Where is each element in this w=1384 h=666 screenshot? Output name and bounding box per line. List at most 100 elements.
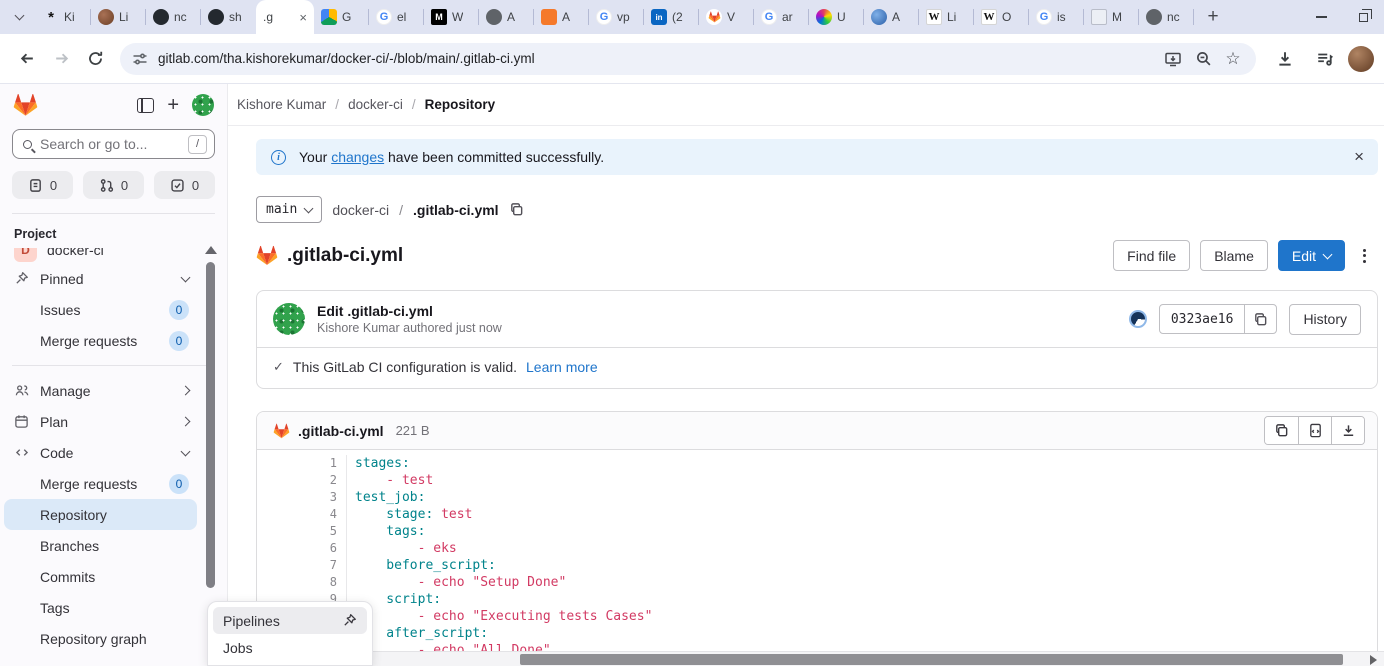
forward-button[interactable]	[44, 42, 78, 76]
scroll-right-arrow[interactable]	[1370, 655, 1377, 665]
browser-tab[interactable]: WLi	[919, 0, 974, 34]
code-line[interactable]: - eks	[355, 540, 652, 557]
horizontal-scrollbar-thumb[interactable]	[520, 654, 1343, 665]
line-number[interactable]: 3	[257, 489, 337, 506]
download-file-button[interactable]	[1331, 417, 1364, 444]
browser-tab[interactable]: A	[534, 0, 589, 34]
line-number[interactable]: 8	[257, 574, 337, 591]
browser-tab[interactable]: Gar	[754, 0, 809, 34]
browser-tab[interactable]: Li	[91, 0, 146, 34]
media-playlist-button[interactable]	[1308, 42, 1342, 76]
pipeline-status-icon[interactable]	[1129, 310, 1147, 328]
breadcrumb-item[interactable]: docker-ci	[348, 97, 403, 112]
path-repo[interactable]: docker-ci	[332, 202, 389, 218]
menu-item-pipelines[interactable]: Pipelines	[213, 607, 367, 634]
browser-tab[interactable]: M	[1084, 0, 1139, 34]
sidebar-item-commits[interactable]: Commits	[4, 561, 197, 592]
code-line[interactable]: test_job:	[355, 489, 652, 506]
code-lines[interactable]: stages: - testtest_job: stage: test tags…	[347, 455, 652, 666]
collapse-sidebar-icon[interactable]	[137, 98, 154, 113]
code-line[interactable]: stage: test	[355, 506, 652, 523]
search-input[interactable]: Search or go to... /	[12, 129, 215, 159]
code-line[interactable]: before_script:	[355, 557, 652, 574]
copy-hash-button[interactable]	[1244, 305, 1276, 333]
code-line[interactable]: - test	[355, 472, 652, 489]
browser-tab[interactable]: V	[699, 0, 754, 34]
commit-author-avatar[interactable]	[273, 303, 305, 335]
downloads-button[interactable]	[1268, 42, 1302, 76]
counter-todo[interactable]: 0	[154, 171, 215, 199]
find-file-button[interactable]: Find file	[1113, 240, 1190, 271]
new-tab-button[interactable]: +	[1198, 2, 1228, 32]
sidebar-item-project[interactable]: D docker-ci	[0, 248, 227, 263]
line-number[interactable]: 2	[257, 472, 337, 489]
sidebar-item-plan[interactable]: Plan	[4, 406, 197, 437]
counter-mr[interactable]: 0	[83, 171, 144, 199]
browser-tab[interactable]: MW	[424, 0, 479, 34]
user-avatar[interactable]	[192, 94, 214, 116]
code-line[interactable]: after_script:	[355, 625, 652, 642]
open-raw-button[interactable]	[1298, 417, 1331, 444]
site-info-icon[interactable]	[132, 51, 148, 67]
gitlab-logo[interactable]	[13, 93, 38, 117]
menu-item-jobs[interactable]: Jobs	[213, 634, 367, 661]
sidebar-item-repository[interactable]: Repository	[4, 499, 197, 530]
horizontal-scrollbar[interactable]	[228, 651, 1384, 666]
pin-icon[interactable]	[342, 613, 357, 628]
line-number[interactable]: 6	[257, 540, 337, 557]
edit-button[interactable]: Edit	[1278, 240, 1345, 271]
back-button[interactable]	[10, 42, 44, 76]
browser-profile-avatar[interactable]	[1348, 46, 1374, 72]
blame-button[interactable]: Blame	[1200, 240, 1268, 271]
browser-tab[interactable]: G	[314, 0, 369, 34]
sidebar-item-issues[interactable]: Issues0	[4, 294, 197, 325]
browser-tab[interactable]: *Ki	[36, 0, 91, 34]
browser-tab[interactable]: Gvp	[589, 0, 644, 34]
reload-button[interactable]	[78, 42, 112, 76]
browser-tab[interactable]: nc	[146, 0, 201, 34]
sidebar-item-merge-requests[interactable]: Merge requests0	[4, 325, 197, 356]
browser-tab[interactable]: Gis	[1029, 0, 1084, 34]
code-line[interactable]: - echo "Setup Done"	[355, 574, 652, 591]
sidebar-item-manage[interactable]: Manage	[4, 375, 197, 406]
browser-tab[interactable]: WO	[974, 0, 1029, 34]
url-bar[interactable]: gitlab.com/tha.kishorekumar/docker-ci/-/…	[120, 43, 1256, 75]
install-app-icon[interactable]	[1158, 44, 1188, 74]
line-number[interactable]: 4	[257, 506, 337, 523]
window-minimize-button[interactable]	[1300, 0, 1342, 34]
browser-tab[interactable]: sh	[201, 0, 256, 34]
line-number[interactable]: 1	[257, 455, 337, 472]
counter-issues[interactable]: 0	[12, 171, 73, 199]
copy-file-contents-button[interactable]	[1265, 417, 1298, 444]
tab-close-icon[interactable]: ×	[299, 11, 307, 24]
branch-selector[interactable]: main	[256, 196, 322, 223]
line-number[interactable]: 5	[257, 523, 337, 540]
learn-more-link[interactable]: Learn more	[526, 359, 598, 375]
sidebar-item-repository-graph[interactable]: Repository graph	[4, 623, 197, 654]
browser-tab[interactable]: A	[479, 0, 534, 34]
browser-tab[interactable]: nc	[1139, 0, 1194, 34]
browser-tab[interactable]: in(2	[644, 0, 699, 34]
banner-close-button[interactable]: ×	[1354, 147, 1364, 167]
create-new-icon[interactable]: +	[167, 95, 179, 115]
commit-title[interactable]: Edit .gitlab-ci.yml	[317, 303, 502, 319]
changes-link[interactable]: changes	[331, 149, 384, 165]
copy-path-icon[interactable]	[509, 202, 524, 217]
sidebar-item-tags[interactable]: Tags	[4, 592, 197, 623]
history-button[interactable]: History	[1289, 304, 1361, 335]
browser-tab-active[interactable]: .g×	[256, 0, 314, 34]
commit-hash[interactable]: 0323ae16	[1160, 305, 1245, 333]
code-line[interactable]: tags:	[355, 523, 652, 540]
url-text[interactable]: gitlab.com/tha.kishorekumar/docker-ci/-/…	[158, 51, 1158, 66]
sidebar-scroll-up-arrow[interactable]	[205, 246, 217, 254]
sidebar-scrollbar[interactable]	[206, 262, 215, 588]
code-line[interactable]: - echo "Executing tests Cases"	[355, 608, 652, 625]
zoom-icon[interactable]	[1188, 44, 1218, 74]
browser-tab[interactable]: A	[864, 0, 919, 34]
sidebar-item-merge-requests[interactable]: Merge requests0	[4, 468, 197, 499]
more-options-button[interactable]	[1355, 243, 1374, 269]
code-line[interactable]: script:	[355, 591, 652, 608]
breadcrumb-item[interactable]: Kishore Kumar	[237, 97, 326, 112]
code-line[interactable]: stages:	[355, 455, 652, 472]
tab-search-chevron-icon[interactable]	[6, 4, 32, 30]
